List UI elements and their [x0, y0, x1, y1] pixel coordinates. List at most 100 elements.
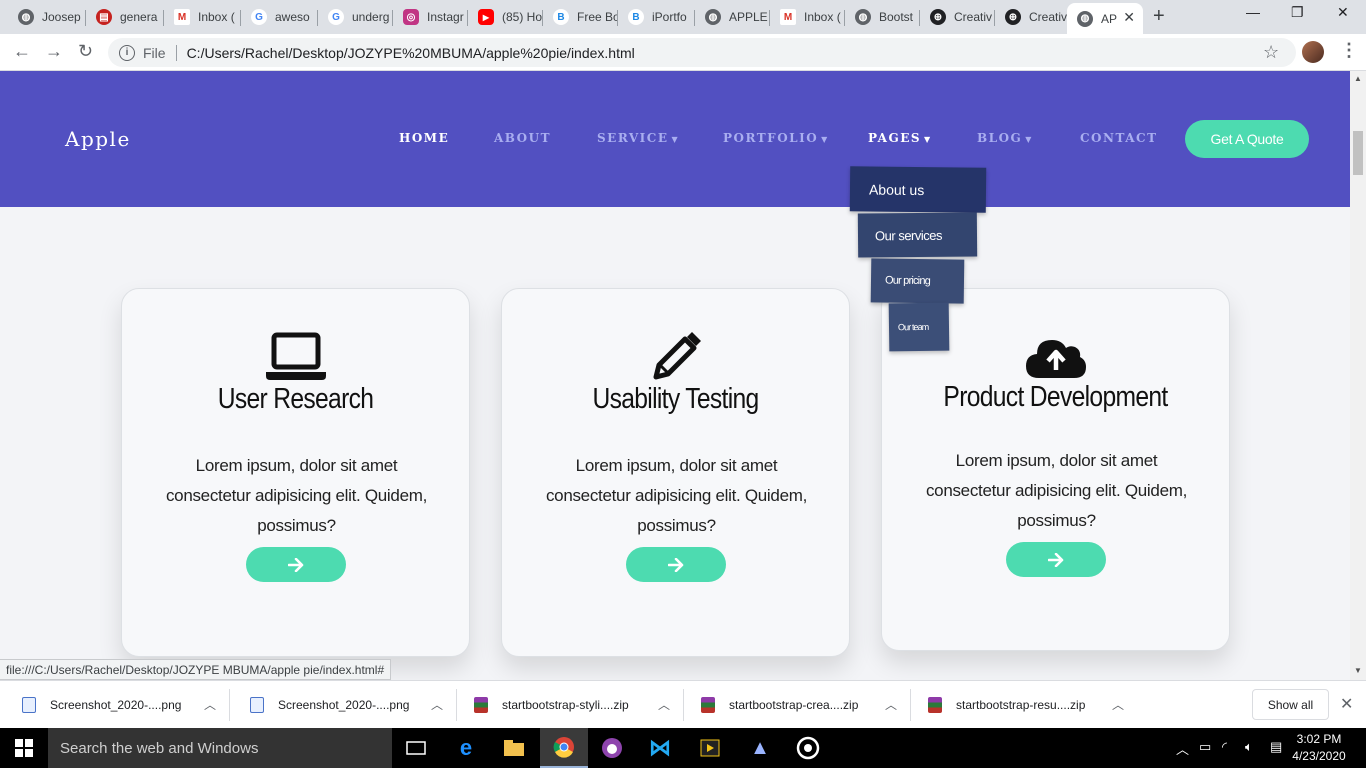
browser-tab[interactable]: ▤ genera — [86, 3, 164, 31]
nav-blog[interactable]: BLOG ▼ — [977, 131, 1033, 145]
dropdown-item-about-us[interactable]: About us — [849, 166, 987, 213]
tab-label: APPLE — [729, 10, 768, 24]
battery-icon[interactable]: ▭ — [1199, 739, 1211, 755]
globe-icon: ◍ — [705, 9, 721, 25]
zip-file-icon — [701, 697, 715, 713]
service-card: User Research Lorem ipsum, dolor sit ame… — [121, 288, 470, 657]
tab-label: Creativ — [954, 10, 993, 24]
card-arrow-button[interactable] — [246, 547, 346, 582]
nav-service[interactable]: SERVICE ▼ — [597, 131, 679, 145]
browser-tab[interactable]: M Inbox ( — [770, 3, 845, 31]
arrow-right-icon — [668, 557, 684, 572]
reload-icon[interactable]: ↻ — [78, 41, 93, 62]
browser-tab[interactable]: M Inbox ( — [164, 3, 241, 31]
nav-about[interactable]: ABOUT — [494, 131, 551, 145]
download-item[interactable]: Screenshot_2020-....png ︿ — [230, 681, 457, 729]
github-desktop-icon[interactable] — [588, 728, 636, 768]
get-a-quote-button[interactable]: Get A Quote — [1185, 120, 1309, 158]
tab-label: (85) Ho — [502, 10, 543, 24]
minimize-icon[interactable]: — — [1246, 4, 1260, 20]
card-title: Product Development — [943, 381, 1168, 413]
browser-tab[interactable]: G aweso — [241, 3, 318, 31]
instagram-icon: ◎ — [403, 9, 419, 25]
download-item[interactable]: Screenshot_2020-....png ︿ — [0, 681, 230, 729]
info-icon[interactable]: i — [119, 44, 135, 61]
download-item[interactable]: startbootstrap-crea....zip ︿ — [684, 681, 911, 729]
nav-home[interactable]: HOME — [399, 131, 449, 145]
page-scrollbar[interactable]: ▲ ▼ — [1350, 71, 1366, 680]
browser-tab-active[interactable]: ◍ AP ✕ — [1067, 3, 1143, 34]
vscode-icon[interactable]: ⋈ — [636, 728, 684, 768]
browser-tab[interactable]: ◍ Joosep — [8, 3, 86, 31]
browser-tab[interactable]: ⊕ Creativ — [920, 3, 995, 31]
card-text: Lorem ipsum, dolor sit amet consectetur … — [165, 456, 428, 535]
tab-label: Inbox ( — [198, 10, 235, 24]
bootstrap-icon: B — [553, 9, 569, 25]
start-button[interactable] — [0, 728, 48, 768]
browser-toolbar: ← → ↻ i File C:/Users/Rachel/Desktop/JOZ… — [0, 34, 1366, 71]
close-window-icon[interactable]: ✕ — [1337, 4, 1349, 21]
browser-tab[interactable]: ⊕ Creativ — [995, 3, 1067, 31]
inkscape-icon[interactable]: ▲ — [736, 728, 784, 768]
card-arrow-button[interactable] — [1006, 542, 1106, 577]
task-view-icon[interactable] — [392, 728, 440, 768]
url-text[interactable]: C:/Users/Rachel/Desktop/JOZYPE%20MBUMA/a… — [187, 45, 635, 61]
dropdown-item-our-pricing[interactable]: Our pricing — [870, 258, 965, 304]
chevron-up-icon[interactable]: ︿ — [1176, 739, 1189, 758]
obs-icon[interactable] — [784, 728, 832, 768]
download-item[interactable]: startbootstrap-styli....zip ︿ — [457, 681, 684, 729]
caret-down-icon: ▼ — [671, 134, 680, 144]
download-item[interactable]: startbootstrap-resu....zip ︿ — [911, 681, 1138, 729]
dropdown-item-our-team[interactable]: Our team — [888, 302, 950, 352]
notification-icon[interactable]: ▤ — [1270, 739, 1282, 755]
taskbar-search-input[interactable]: Search the web and Windows — [48, 728, 392, 768]
world-icon: ⊕ — [1005, 9, 1021, 25]
browser-tab[interactable]: ◎ Instagr — [393, 3, 468, 31]
browser-tab[interactable]: G underg — [318, 3, 393, 31]
media-player-icon[interactable] — [686, 728, 734, 768]
nav-portfolio[interactable]: PORTFOLIO ▼ — [723, 131, 829, 145]
volume-icon[interactable]: 🔈︎ — [1245, 739, 1253, 755]
pencil-icon — [502, 332, 849, 382]
browser-tab[interactable]: B Free Bo — [543, 3, 618, 31]
browser-tab[interactable]: ◍ APPLE — [695, 3, 770, 31]
world-icon: ⊕ — [930, 9, 946, 25]
card-arrow-button[interactable] — [626, 547, 726, 582]
globe-icon: ◍ — [18, 9, 34, 25]
new-tab-button[interactable]: + — [1153, 5, 1165, 28]
nav-contact[interactable]: CONTACT — [1080, 131, 1158, 145]
youtube-icon: ▶ — [478, 9, 494, 25]
book-icon: ▤ — [96, 9, 112, 25]
edge-icon[interactable]: e — [442, 728, 490, 768]
arrow-right-icon — [1048, 552, 1064, 567]
scroll-up-icon: ▲ — [1354, 74, 1362, 83]
tab-label: Joosep — [42, 10, 81, 24]
chrome-icon[interactable] — [540, 728, 588, 768]
scrollbar-thumb[interactable] — [1353, 131, 1363, 175]
restore-icon[interactable]: ❐ — [1291, 4, 1304, 21]
show-all-button[interactable]: Show all — [1252, 689, 1329, 720]
chevron-up-icon: ︿ — [884, 698, 897, 712]
download-label: Screenshot_2020-....png — [50, 698, 182, 712]
site-header: Apple HOME ABOUT SERVICE ▼ PORTFOLIO ▼ PAG… — [0, 71, 1350, 207]
status-url: file:///C:/Users/Rachel/Desktop/JOZYPE M… — [0, 659, 392, 680]
system-clock[interactable]: 3:02 PM 4/23/2020 — [1290, 731, 1348, 765]
close-shelf-icon[interactable]: ✕ — [1340, 694, 1353, 714]
chevron-up-icon: ︿ — [657, 698, 670, 712]
nav-pages[interactable]: PAGES ▼ — [868, 131, 932, 145]
site-brand[interactable]: Apple — [65, 127, 131, 151]
file-explorer-icon[interactable] — [490, 728, 538, 768]
avatar[interactable] — [1302, 41, 1324, 63]
browser-tab[interactable]: ▶ (85) Ho — [468, 3, 543, 31]
browser-tab[interactable]: ◍ Bootst — [845, 3, 920, 31]
close-tab-icon[interactable]: ✕ — [1123, 9, 1135, 26]
arrow-right-icon — [288, 557, 304, 572]
wifi-icon[interactable]: ◜ — [1222, 739, 1227, 755]
address-bar[interactable]: i File C:/Users/Rachel/Desktop/JOZYPE%20… — [108, 38, 1296, 67]
dropdown-item-our-services[interactable]: Our services — [857, 212, 978, 258]
forward-icon[interactable]: → — [45, 41, 63, 62]
back-icon[interactable]: ← — [13, 41, 31, 62]
menu-icon[interactable]: ⋮ — [1340, 40, 1358, 61]
bookmark-star-icon[interactable]: ☆ — [1263, 42, 1279, 63]
browser-tab[interactable]: B iPortfo — [618, 3, 695, 31]
